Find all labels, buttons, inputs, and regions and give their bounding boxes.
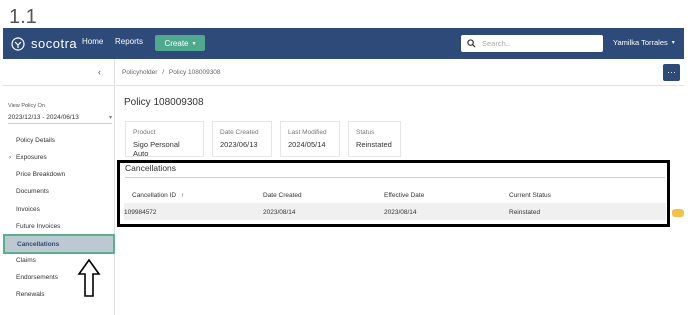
- search-icon: [467, 39, 476, 48]
- user-menu[interactable]: Yamilka Torrales ▾: [613, 38, 675, 47]
- up-arrow-annotation-icon: [77, 258, 101, 297]
- sidebar-item-future-invoices[interactable]: Future Invoices: [16, 223, 60, 230]
- sidebar-item-label: Cancellations: [17, 241, 60, 248]
- column-header-effective-date[interactable]: Effective Date: [384, 192, 424, 199]
- view-policy-label: View Policy On: [8, 103, 45, 109]
- step-label: 1.1: [9, 6, 37, 28]
- last-modified-card: Last Modified 2024/05/14: [280, 121, 340, 157]
- card-value: Reinstated: [356, 140, 392, 149]
- section-divider: [125, 177, 665, 178]
- column-header-current-status[interactable]: Current Status: [509, 192, 551, 199]
- cell-effective-date: 2023/08/14: [384, 209, 417, 216]
- sidebar-item-invoices[interactable]: Invoices: [16, 206, 40, 213]
- top-nav-bar: socotra Home Reports Create ▾ Search.. Y…: [3, 28, 684, 59]
- search-placeholder: Search..: [482, 39, 510, 48]
- breadcrumb: Policyholder / Policy 108009308: [122, 69, 221, 76]
- sidebar-item-price-breakdown[interactable]: Price Breakdown: [16, 171, 65, 178]
- cancellations-section: Cancellations Cancellation ID ↑ Date Cre…: [117, 160, 670, 227]
- collapse-sidebar-icon[interactable]: ‹: [98, 67, 101, 77]
- breadcrumb-policyholder[interactable]: Policyholder: [122, 69, 157, 76]
- sidebar-item-exposures[interactable]: Exposures: [16, 154, 47, 161]
- view-policy-date-select[interactable]: 2023/12/13 - 2024/06/13 ▾: [8, 111, 112, 124]
- card-label: Product: [133, 129, 156, 136]
- status-card: Status Reinstated: [348, 121, 401, 157]
- create-button-label: Create: [164, 38, 189, 48]
- card-label: Last Modified: [288, 129, 327, 136]
- breadcrumb-current: Policy 108009308: [168, 69, 221, 76]
- date-range-value: 2023/12/13 - 2024/06/13: [8, 113, 79, 121]
- sidebar-divider: [3, 85, 115, 86]
- sidebar-item-cancellations[interactable]: Cancellations: [3, 234, 115, 254]
- sidebar-item-endorsements[interactable]: Endorsements: [16, 274, 58, 281]
- more-icon: ⋯: [667, 67, 676, 77]
- nav-home-link[interactable]: Home: [82, 37, 103, 46]
- brand-logo-icon: [11, 36, 25, 51]
- cell-cancellation-id[interactable]: 109984572: [124, 209, 157, 216]
- user-name: Yamilka Torrales: [613, 38, 668, 47]
- header-divider: [116, 85, 684, 86]
- sidebar-item-documents[interactable]: Documents: [16, 188, 49, 195]
- card-label: Status: [356, 129, 375, 136]
- create-button[interactable]: Create ▾: [155, 35, 205, 51]
- chevron-down-icon: ▾: [671, 40, 675, 46]
- chevron-down-icon: ▾: [108, 114, 112, 121]
- product-card: Product Sigo Personal Auto: [125, 121, 204, 158]
- sort-ascending-icon: ↑: [180, 192, 185, 199]
- sidebar-item-claims[interactable]: Claims: [16, 257, 36, 264]
- column-header-cancellation-id[interactable]: Cancellation ID ↑: [132, 192, 184, 199]
- cell-date-created: 2023/08/14: [263, 209, 296, 216]
- breadcrumb-separator: /: [162, 69, 165, 76]
- sidebar-item-renewals[interactable]: Renewals: [16, 291, 45, 298]
- chevron-right-icon[interactable]: ›: [9, 154, 11, 161]
- brand-logo[interactable]: socotra: [11, 35, 77, 52]
- card-value: Sigo Personal Auto: [133, 140, 180, 158]
- date-created-card: Date Created 2023/06/13: [212, 121, 272, 157]
- column-header-date-created[interactable]: Date Created: [263, 192, 302, 199]
- page-title: Policy 108009308: [124, 97, 204, 108]
- more-actions-button[interactable]: ⋯: [663, 64, 680, 81]
- chevron-down-icon: ▾: [192, 40, 196, 47]
- card-value: 2023/06/13: [220, 140, 258, 149]
- card-value: 2024/05/14: [288, 140, 326, 149]
- brand-name: socotra: [31, 36, 78, 51]
- side-tab-handle[interactable]: [672, 209, 684, 217]
- search-input[interactable]: Search..: [461, 35, 603, 52]
- section-title: Cancellations: [125, 163, 177, 173]
- column-header-label: Cancellation ID: [132, 192, 177, 199]
- sidebar-item-policy-details[interactable]: Policy Details: [16, 137, 55, 144]
- nav-reports-link[interactable]: Reports: [115, 37, 143, 46]
- cell-current-status: Reinstated: [509, 209, 541, 216]
- card-label: Date Created: [220, 129, 259, 136]
